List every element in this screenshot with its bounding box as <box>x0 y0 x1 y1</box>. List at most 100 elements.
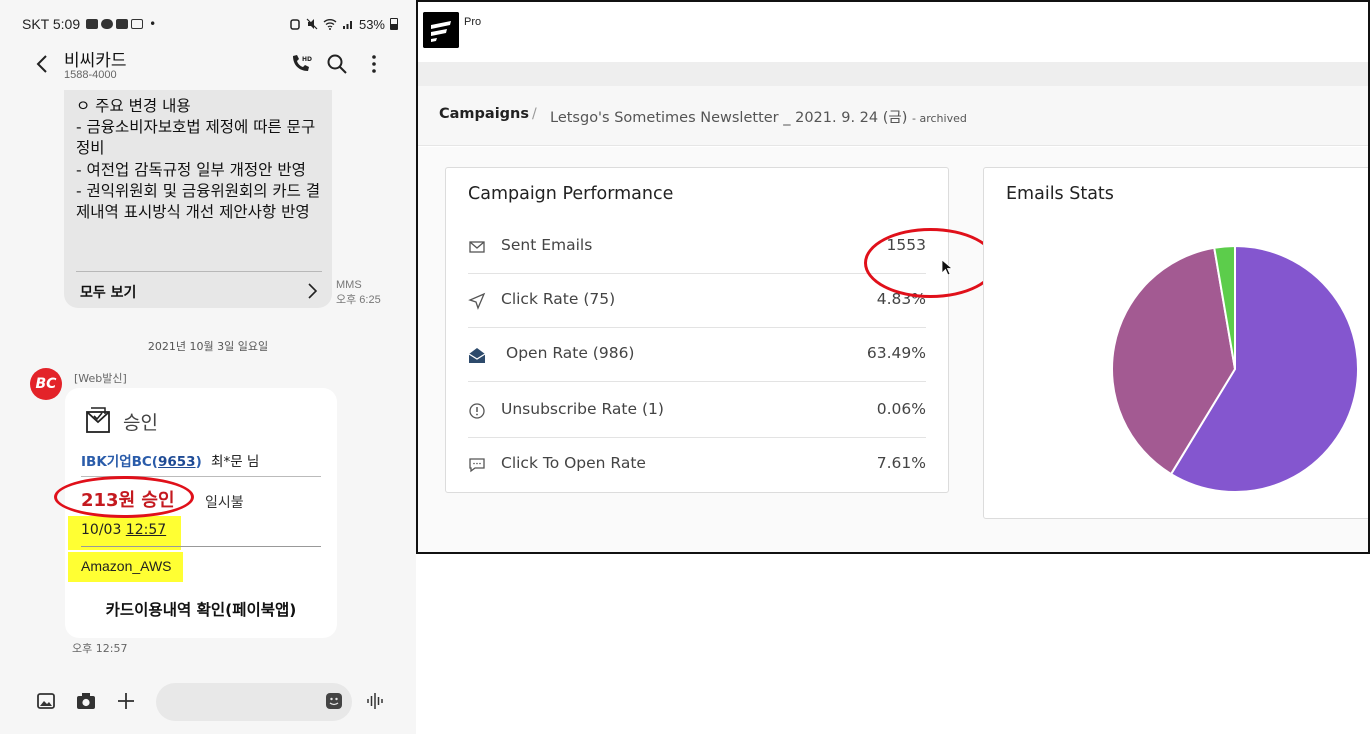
approval-message-card[interactable]: 승인 IBK기업BC(9653) 최*문 님 213원 승인 일시불 10/03… <box>65 388 337 638</box>
hd-call-icon[interactable]: HD <box>288 52 312 76</box>
gallery-notification-icon <box>131 19 144 29</box>
campaign-title: Letsgo's Sometimes Newsletter _ 2021. 9.… <box>550 110 908 126</box>
emails-stats-pie-chart <box>1111 244 1359 493</box>
main-content: Campaign Performance Sent Emails 1553 Cl… <box>418 147 1368 552</box>
notification-icons: • <box>86 17 156 31</box>
mms-type-label: MMS <box>336 279 362 291</box>
bank-name: IBK기업BC(9653) <box>81 454 202 470</box>
performance-title: Campaign Performance <box>468 184 674 204</box>
transaction-datetime: 10/03 12:57 <box>81 522 166 538</box>
card-last-digits: 9653 <box>157 454 196 470</box>
message-input-bar <box>0 680 416 724</box>
stat-label: Open Rate (986) <box>506 344 635 362</box>
dot: • <box>149 17 157 31</box>
voice-record-icon[interactable] <box>365 690 387 712</box>
battery-percent: 53% <box>358 16 385 32</box>
bubble-divider <box>76 271 322 272</box>
contact-name: 비씨카드 <box>64 51 127 71</box>
campaign-performance-card: Campaign Performance Sent Emails 1553 Cl… <box>445 167 997 493</box>
view-all-button[interactable]: 모두 보기 <box>80 282 136 302</box>
mouse-cursor-icon <box>941 259 954 276</box>
camera-icon[interactable] <box>75 690 97 712</box>
contact-number: 1588-4000 <box>64 69 117 81</box>
svg-text:HD: HD <box>302 56 312 63</box>
card-account-line: IBK기업BC(9653) 최*문 님 <box>81 450 259 470</box>
stat-value: 63.49% <box>866 344 926 362</box>
approval-title: 승인 <box>123 412 158 434</box>
chat-icon <box>469 458 485 473</box>
open-envelope-icon <box>468 348 486 363</box>
sticker-icon[interactable] <box>323 690 345 712</box>
more-options-icon[interactable] <box>362 52 386 76</box>
approval-envelope-icon <box>86 407 110 433</box>
breadcrumb-separator: / <box>532 106 537 122</box>
installment-type: 일시불 <box>205 495 244 511</box>
date-separator: 2021년 10월 3일 일요일 <box>147 340 269 353</box>
search-icon[interactable] <box>325 52 349 76</box>
sender-avatar[interactable]: BC <box>30 368 62 400</box>
wifi-icon <box>323 19 337 30</box>
add-icon[interactable] <box>115 690 137 712</box>
stat-label: Click To Open Rate <box>501 454 646 472</box>
customer-name: 최*문 님 <box>211 454 260 470</box>
card-message-time: 오후 12:57 <box>72 642 128 655</box>
merchant-name: Amazon_AWS <box>81 558 172 574</box>
signal-icon <box>342 21 352 29</box>
stat-row-sent-emails: Sent Emails 1553 <box>468 220 926 274</box>
plan-badge: Pro <box>464 16 482 28</box>
back-arrow-icon[interactable] <box>34 52 52 76</box>
mms-message-text: ㅇ 주요 변경 내용 - 금융소비자보호법 제정에 따른 문구 정비 - 여전업… <box>76 97 321 222</box>
mms-meta: MMS 오후 6:25 <box>336 278 381 308</box>
card-divider-2 <box>81 546 321 547</box>
notification-icon <box>86 19 99 29</box>
battery-icon <box>390 18 398 30</box>
breadcrumb-current: Letsgo's Sometimes Newsletter _ 2021. 9.… <box>550 106 967 127</box>
stat-value: 7.61% <box>876 454 926 472</box>
bank-prefix: IBK기업BC( <box>81 454 158 470</box>
conversation-header: 비씨카드 1588-4000 HD <box>0 40 416 88</box>
breadcrumb: Campaigns / Letsgo's Sometimes Newslette… <box>418 86 1368 146</box>
blank-area <box>416 556 1370 734</box>
web-app-window: Pro Campaigns / Letsgo's Sometimes Newsl… <box>416 0 1370 554</box>
paybook-link-button[interactable]: 카드이용내역 확인(페이북앱) <box>65 598 337 620</box>
brand-logo-icon[interactable] <box>423 12 459 48</box>
talk-notification-icon <box>116 19 129 29</box>
info-icon <box>469 403 485 419</box>
emails-stats-card: Emails Stats <box>983 167 1368 519</box>
carrier-time: SKT 5:09 <box>22 16 81 32</box>
chevron-right-icon[interactable] <box>306 282 318 300</box>
phone-screen: SKT 5:09 • 53% 비씨카드 1588-4000 HD ㅇ 주요 변경… <box>0 0 416 734</box>
alarm-icon <box>290 19 300 30</box>
stat-row-click-rate: Click Rate (75) 4.83% <box>468 274 926 328</box>
emails-stats-title: Emails Stats <box>1006 184 1114 204</box>
gallery-icon[interactable] <box>35 690 57 712</box>
bank-suffix: ) <box>195 454 202 470</box>
card-divider <box>81 476 321 477</box>
send-icon <box>468 292 486 310</box>
stat-row-unsubscribe-rate: Unsubscribe Rate (1) 0.06% <box>468 384 926 438</box>
sender-tag: [Web발신] <box>74 372 127 385</box>
approved-amount: 213원 승인 <box>81 490 175 511</box>
top-navigation-bar: Pro <box>418 2 1368 62</box>
mms-time: 오후 6:25 <box>336 294 381 306</box>
chat-notification-icon <box>101 19 114 29</box>
stat-row-open-rate: Open Rate (986) 63.49% <box>468 328 926 382</box>
envelope-icon <box>469 241 485 253</box>
stat-label: Click Rate (75) <box>501 290 616 308</box>
breadcrumb-campaigns-link[interactable]: Campaigns <box>439 106 529 122</box>
mute-icon <box>306 18 318 30</box>
status-bar: SKT 5:09 • 53% <box>22 14 398 34</box>
screenshot-root: SKT 5:09 • 53% 비씨카드 1588-4000 HD ㅇ 주요 변경… <box>0 0 1370 734</box>
transaction-time: 12:57 <box>125 522 167 538</box>
stat-row-click-to-open-rate: Click To Open Rate 7.61% <box>468 438 926 492</box>
stat-value: 0.06% <box>876 400 926 418</box>
transaction-date: 10/03 <box>81 522 126 538</box>
stat-value: 1553 <box>886 236 926 254</box>
stat-label: Sent Emails <box>501 236 593 254</box>
mms-message-bubble[interactable]: ㅇ 주요 변경 내용 - 금융소비자보호법 제정에 따른 문구 정비 - 여전업… <box>64 90 332 308</box>
archived-label: - archived <box>912 112 967 125</box>
status-right: 53% <box>289 17 398 32</box>
stat-label: Unsubscribe Rate (1) <box>501 400 664 418</box>
header-band <box>418 62 1368 86</box>
stat-value: 4.83% <box>876 290 926 308</box>
